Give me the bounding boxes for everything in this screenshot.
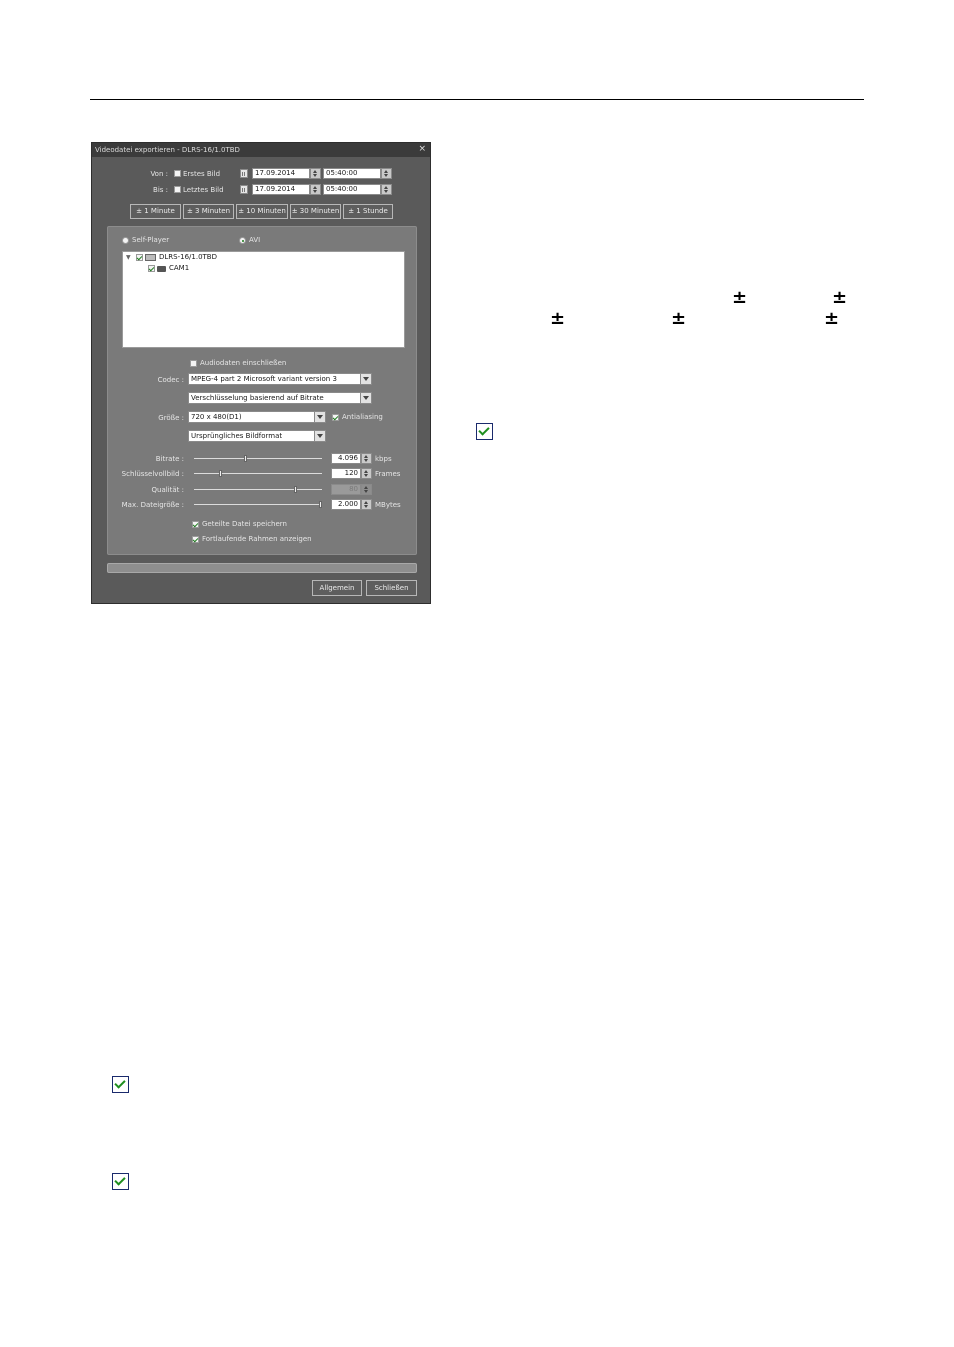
device-checkbox[interactable] [136,254,143,261]
from-time-field[interactable]: 05:40:00 [323,168,381,179]
to-date-spinner[interactable] [310,184,321,195]
first-frame-label: Erstes Bild [183,170,221,178]
calendar-icon[interactable] [240,169,248,178]
encoding-select[interactable]: Verschlüsselung basierend auf Bitrate [188,392,372,404]
calendar-icon[interactable] [240,185,248,194]
range-3-minutes-button[interactable]: ± 3 Minuten [183,204,234,219]
to-date-field[interactable]: 17.09.2014 [252,184,310,195]
size-value: 720 x 480(D1) [191,413,242,421]
quality-slider-thumb[interactable] [294,486,297,493]
chevron-down-icon [314,431,325,441]
export-options-panel: Self-Player AVI ▼ DLRS-16/1.0TBD CAM1 Au… [107,226,417,555]
checkbox-checked-icon [476,423,493,440]
split-file-label: Geteilte Datei speichern [202,520,287,528]
encoding-value: Verschlüsselung basierend auf Bitrate [191,394,324,402]
device-tree: ▼ DLRS-16/1.0TBD CAM1 [122,251,405,348]
size-label: Größe : [158,414,184,422]
codec-value: MPEG-4 part 2 Microsoft variant version … [191,375,337,383]
bitrate-slider-track[interactable] [194,458,322,459]
self-player-radio[interactable] [122,237,129,244]
keyframe-label: Schlüsselvollbild : [121,470,184,478]
max-filesize-slider-track[interactable] [194,504,322,505]
antialiasing-checkbox[interactable] [332,414,339,421]
plus-minus-icon: ± [550,308,566,329]
quality-spinner [361,484,372,495]
close-button[interactable]: Schließen [366,580,417,596]
first-frame-checkbox[interactable] [174,170,181,177]
continuous-frames-label: Fortlaufende Rahmen anzeigen [202,535,312,543]
camera-checkbox[interactable] [148,265,155,272]
bitrate-spinner[interactable] [361,453,372,464]
plus-minus-icon: ± [671,308,687,329]
bitrate-field[interactable]: 4.096 [331,453,361,464]
continuous-frames-checkbox[interactable] [192,536,199,543]
range-1-hour-button[interactable]: ± 1 Stunde [343,204,393,219]
from-date-field[interactable]: 17.09.2014 [252,168,310,179]
avi-radio[interactable] [239,237,246,244]
max-filesize-spinner[interactable] [361,499,372,510]
keyframe-slider-thumb[interactable] [219,470,222,477]
size-select[interactable]: 720 x 480(D1) [188,411,326,423]
general-button[interactable]: Allgemein [312,580,362,596]
avi-label: AVI [249,236,261,244]
codec-label: Codec : [157,376,184,384]
from-label: Von : [150,170,168,178]
last-frame-label: Letztes Bild [183,186,224,194]
to-time-spinner[interactable] [381,184,392,195]
from-time-spinner[interactable] [381,168,392,179]
page-header-rule [90,99,864,100]
chevron-down-icon [360,374,371,384]
to-time-field[interactable]: 05:40:00 [323,184,381,195]
dialog-title: Videodatei exportieren - DLRS-16/1.0TBD [95,146,240,154]
max-filesize-label: Max. Dateigröße : [121,501,184,509]
audio-checkbox[interactable] [190,360,197,367]
export-video-dialog: Videodatei exportieren - DLRS-16/1.0TBD … [91,142,431,604]
antialiasing-label: Antialiasing [342,413,383,421]
aspect-value: Ursprüngliches Bildformat [191,432,283,440]
range-30-minutes-button[interactable]: ± 30 Minuten [290,204,341,219]
audio-label: Audiodaten einschließen [200,359,287,367]
keyframe-slider-track[interactable] [194,473,322,474]
chevron-down-icon [360,393,371,403]
max-filesize-slider-thumb[interactable] [319,501,322,508]
keyframe-spinner[interactable] [361,468,372,479]
quality-field: 80 [331,484,361,495]
bitrate-label: Bitrate : [155,455,184,463]
split-file-checkbox[interactable] [192,521,199,528]
close-icon[interactable]: × [418,144,426,154]
export-progress-bar [107,563,417,573]
chevron-down-icon [314,412,325,422]
last-frame-checkbox[interactable] [174,186,181,193]
from-date-spinner[interactable] [310,168,321,179]
camera-name[interactable]: CAM1 [169,264,189,272]
max-filesize-field[interactable]: 2.000 [331,499,361,510]
checkbox-checked-icon [112,1173,129,1190]
keyframe-unit: Frames [375,470,401,478]
range-10-minutes-button[interactable]: ± 10 Minuten [236,204,288,219]
plus-minus-icon: ± [732,287,748,308]
plus-minus-icon: ± [832,287,848,308]
recorder-icon [145,254,156,261]
dialog-titlebar[interactable]: Videodatei exportieren - DLRS-16/1.0TBD … [92,143,430,157]
range-1-minute-button[interactable]: ± 1 Minute [130,204,181,219]
expand-icon[interactable]: ▼ [126,254,131,261]
aspect-select[interactable]: Ursprüngliches Bildformat [188,430,326,442]
quality-slider-track[interactable] [194,489,322,490]
bitrate-slider-thumb[interactable] [244,455,247,462]
plus-minus-icon: ± [824,308,840,329]
keyframe-field[interactable]: 120 [331,468,361,479]
quality-label: Qualität : [151,486,185,494]
camera-icon [157,266,166,272]
checkbox-checked-icon [112,1076,129,1093]
max-filesize-unit: MBytes [375,501,401,509]
bitrate-unit: kbps [375,455,392,463]
self-player-label: Self-Player [132,236,170,244]
to-label: Bis : [153,186,168,194]
codec-select[interactable]: MPEG-4 part 2 Microsoft variant version … [188,373,372,385]
device-name: DLRS-16/1.0TBD [159,253,217,261]
